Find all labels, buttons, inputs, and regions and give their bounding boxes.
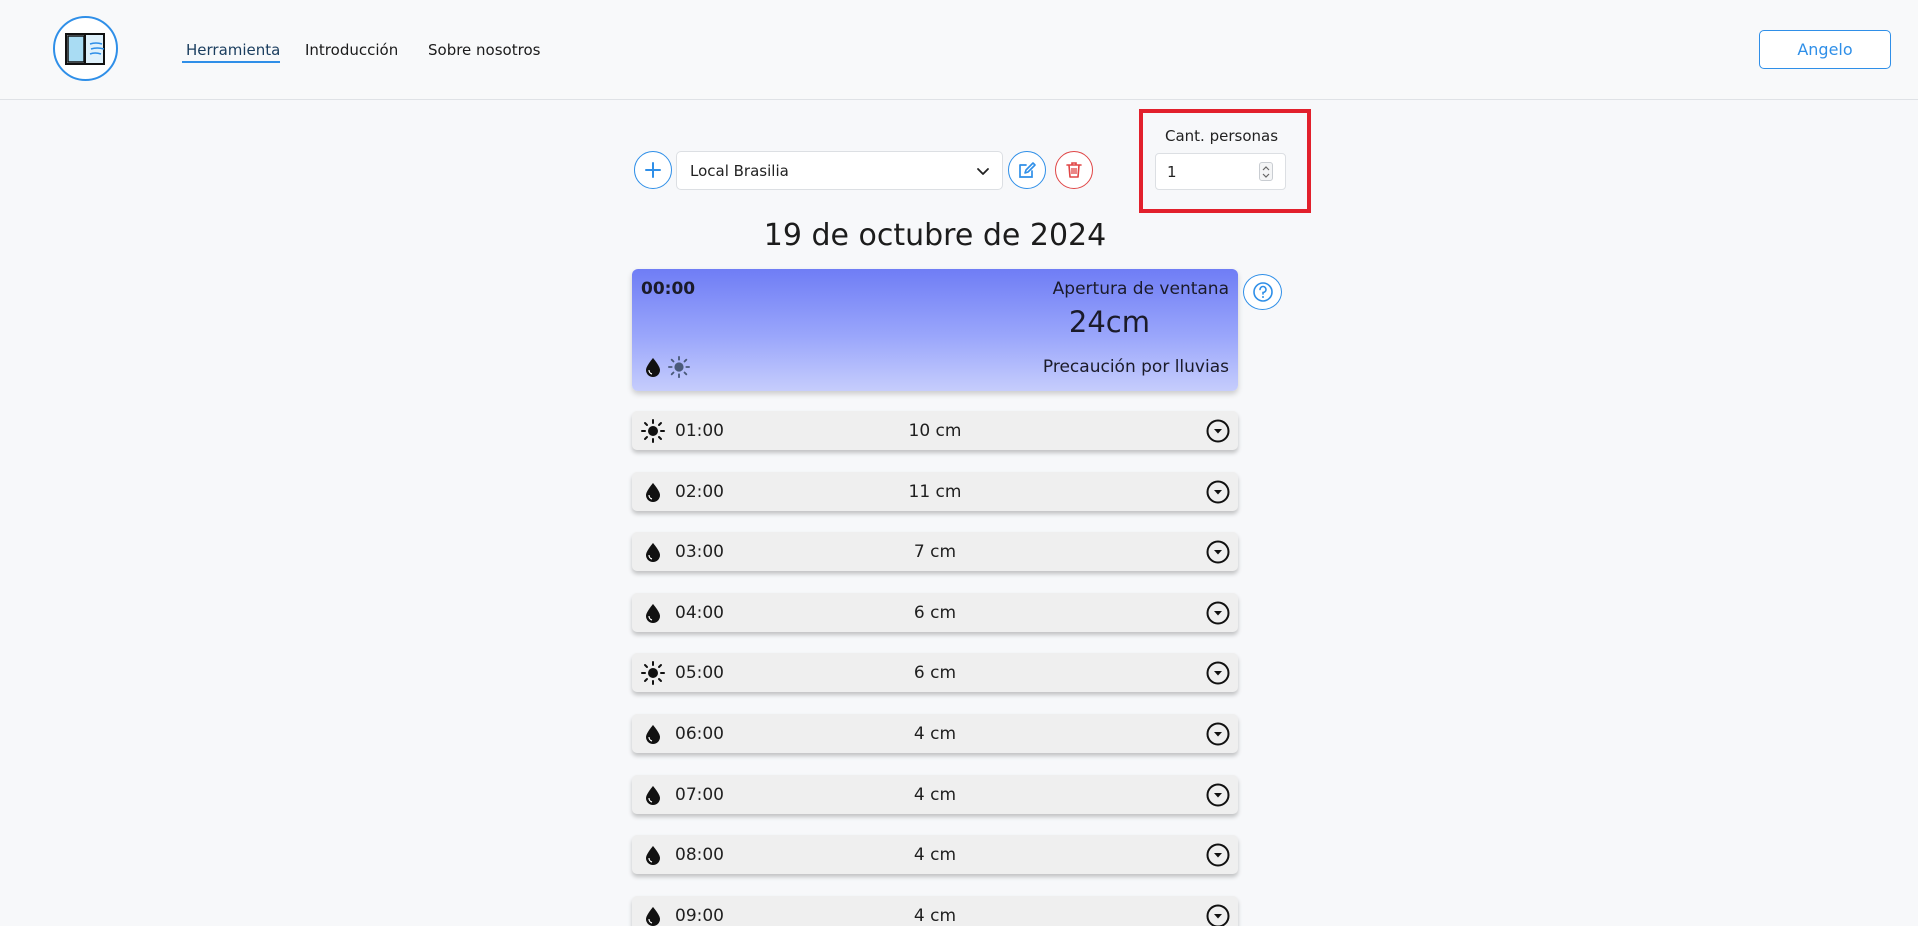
persons-label: Cant. personas — [1165, 127, 1279, 145]
user-button[interactable]: Angelo — [1759, 30, 1891, 69]
window-opening-value: 24cm — [1068, 305, 1150, 339]
page: Herramienta Introducción Sobre nosotros … — [0, 0, 1918, 926]
nav-link-sobre-nosotros[interactable]: Sobre nosotros — [428, 41, 540, 59]
hour-row[interactable]: 05:00 6 cm — [632, 653, 1238, 693]
persons-spinner[interactable] — [1259, 162, 1273, 181]
chevron-down-icon — [977, 168, 989, 175]
expand-chevron-icon[interactable] — [1205, 539, 1231, 569]
help-button[interactable] — [1243, 274, 1282, 310]
persons-number-input[interactable]: 1 — [1155, 153, 1286, 190]
hour-row[interactable]: 08:00 4 cm — [632, 835, 1238, 875]
hour-row[interactable]: 07:00 4 cm — [632, 774, 1238, 814]
nav-link-introduccion[interactable]: Introducción — [305, 41, 398, 59]
expand-chevron-icon[interactable] — [1205, 842, 1231, 872]
current-hour-time: 00:00 — [641, 279, 696, 299]
edit-location-button[interactable] — [1008, 151, 1046, 189]
hour-row[interactable]: 04:00 6 cm — [632, 592, 1238, 632]
hour-opening-value: 11 cm — [908, 481, 962, 502]
current-hour-card: 00:00 Apertura de ventana 24cm Precaució… — [632, 269, 1238, 391]
question-icon — [1252, 282, 1273, 302]
navbar: Herramienta Introducción Sobre nosotros … — [0, 0, 1918, 100]
hourly-list: 01:00 10 cm 02:00 11 cm 03:00 7 cm 04:00 6 c… — [632, 411, 1238, 926]
expand-chevron-icon[interactable] — [1205, 782, 1231, 812]
expand-chevron-icon[interactable] — [1205, 903, 1231, 926]
nav-link-herramienta[interactable]: Herramienta — [186, 41, 280, 59]
expand-chevron-icon[interactable] — [1205, 418, 1231, 448]
nav-active-underline — [182, 61, 280, 63]
sun-icon — [668, 356, 690, 378]
expand-chevron-icon[interactable] — [1205, 600, 1231, 630]
hour-row[interactable]: 01:00 10 cm — [632, 411, 1238, 450]
expand-chevron-icon[interactable] — [1205, 660, 1231, 690]
hour-opening-value: 4 cm — [913, 845, 957, 866]
plus-icon — [645, 162, 661, 178]
hour-opening-value: 10 cm — [908, 421, 962, 441]
window-opening-label: Apertura de ventana — [1052, 279, 1229, 299]
edit-icon — [1019, 162, 1036, 178]
hour-row[interactable]: 06:00 4 cm — [632, 713, 1238, 753]
expand-chevron-icon[interactable] — [1205, 479, 1231, 509]
date-title: 19 de octubre de 2024 — [763, 218, 1107, 253]
hour-opening-value: 4 cm — [913, 784, 957, 805]
rain-warning: Precaución por lluvias — [1042, 357, 1229, 377]
window-logo-icon — [64, 32, 105, 65]
trash-icon — [1066, 162, 1082, 178]
drop-icon — [646, 358, 660, 377]
add-location-button[interactable] — [634, 151, 672, 189]
hour-opening-value: 6 cm — [913, 602, 957, 623]
hour-row[interactable]: 03:00 7 cm — [632, 532, 1238, 572]
persons-input-value: 1 — [1167, 162, 1177, 181]
hour-row[interactable]: 09:00 4 cm — [632, 895, 1238, 926]
logo[interactable] — [53, 16, 118, 81]
expand-chevron-icon[interactable] — [1205, 721, 1231, 751]
hour-opening-value: 6 cm — [913, 663, 957, 684]
location-select[interactable]: Local Brasilia — [676, 151, 1003, 190]
hour-opening-value: 4 cm — [913, 905, 957, 926]
hour-row[interactable]: 02:00 11 cm — [632, 471, 1238, 511]
hour-opening-value: 4 cm — [913, 723, 957, 744]
location-select-value: Local Brasilia — [690, 161, 789, 180]
spinner-arrows-icon — [1262, 165, 1270, 178]
delete-location-button[interactable] — [1055, 151, 1093, 189]
current-weather-icons — [643, 356, 691, 378]
hour-opening-value: 7 cm — [913, 542, 957, 563]
